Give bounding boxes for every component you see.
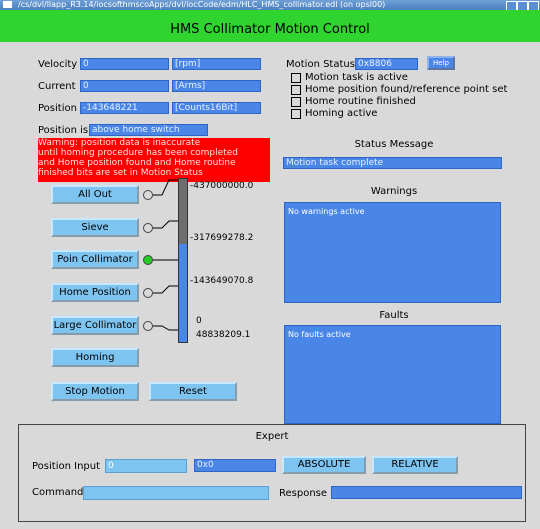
position-is-label: Position is: [38, 125, 89, 136]
velocity-label: Velocity: [38, 59, 78, 70]
response-label: Response: [279, 488, 328, 499]
page-title: HMS Collimator Motion Control: [170, 22, 370, 37]
position-unit: [Counts16Bit]: [172, 102, 261, 114]
absolute-button[interactable]: ABSOLUTE: [282, 456, 366, 474]
position-hex-value: 0x0: [194, 459, 276, 472]
sieve-button[interactable]: Sieve: [51, 218, 139, 237]
status-bit-indicator: [291, 109, 301, 119]
all-out-button[interactable]: All Out: [51, 185, 139, 204]
warning-line: finished bits are set in Motion Status: [38, 168, 203, 178]
home-position-button[interactable]: Home Position: [51, 283, 139, 302]
large-collimator-button[interactable]: Large Collimator: [51, 316, 139, 335]
position-input-label: Position Input: [32, 461, 101, 472]
faults-title: Faults: [379, 310, 409, 321]
scale-tick: -437000000.0: [190, 181, 254, 191]
scale-tick: 0: [196, 316, 202, 326]
status-bit-label: Home position found/reference point set: [305, 84, 508, 95]
relative-button[interactable]: RELATIVE: [372, 456, 458, 474]
status-message-value: Motion task complete: [283, 157, 502, 169]
warnings-title: Warnings: [370, 186, 418, 197]
window-title-bar: /cs/dvl/llapp_R3.14/iocsofthmscoApps/dvl…: [0, 0, 540, 10]
scale-tick: -143649070.8: [190, 276, 254, 286]
motion-status-label: Motion Status: [286, 59, 355, 70]
velocity-unit: [rpm]: [172, 58, 261, 70]
status-bit-indicator: [291, 73, 301, 83]
status-bit-indicator: [291, 97, 301, 107]
command-input[interactable]: [83, 486, 269, 500]
window-menu-icon[interactable]: [3, 1, 12, 8]
position-input[interactable]: [105, 459, 187, 473]
warning-line: Warning: position data is inaccurate: [38, 138, 201, 148]
scale-tick: -317699278.2: [190, 233, 254, 243]
faults-box: No faults active: [284, 325, 501, 424]
status-bit-label: Motion task is active: [305, 72, 408, 83]
status-bit-label: Homing active: [305, 108, 378, 119]
scale-lower-fill: [179, 244, 187, 342]
motion-status-value: 0x8806: [355, 58, 418, 70]
homing-button[interactable]: Homing: [51, 348, 139, 367]
warnings-box: No warnings active: [284, 202, 501, 303]
window-title: /cs/dvl/llapp_R3.14/iocsofthmscoApps/dvl…: [18, 0, 386, 9]
homing-warning-banner: Warning: position data is inaccurate unt…: [38, 138, 270, 182]
poin-collimator-button[interactable]: Poin Collimator: [51, 250, 139, 269]
scale-tick: 48838209.1: [196, 330, 251, 340]
scale-upper-fill: [179, 179, 187, 244]
position-scale-bar: [178, 178, 188, 343]
response-value: [331, 486, 522, 499]
current-unit: [Arms]: [172, 80, 261, 92]
status-bit-indicator: [291, 85, 301, 95]
position-is-value: above home switch: [89, 124, 208, 136]
status-bit-label: Home routine finished: [305, 96, 416, 107]
warning-line: until homing procedure has been complete…: [38, 148, 238, 158]
current-label: Current: [38, 81, 76, 92]
position-label: Position: [38, 103, 77, 114]
stop-motion-button[interactable]: Stop Motion: [51, 382, 139, 401]
help-button[interactable]: Help: [427, 56, 455, 70]
status-message-title: Status Message: [354, 139, 434, 150]
velocity-value: 0: [80, 58, 169, 70]
position-value: -143648221: [80, 102, 169, 114]
current-value: 0: [80, 80, 169, 92]
reset-button[interactable]: Reset: [149, 382, 237, 401]
warning-line: and Home position found and Home routine: [38, 158, 236, 168]
expert-title: Expert: [255, 431, 289, 442]
command-label: Command: [32, 487, 84, 498]
